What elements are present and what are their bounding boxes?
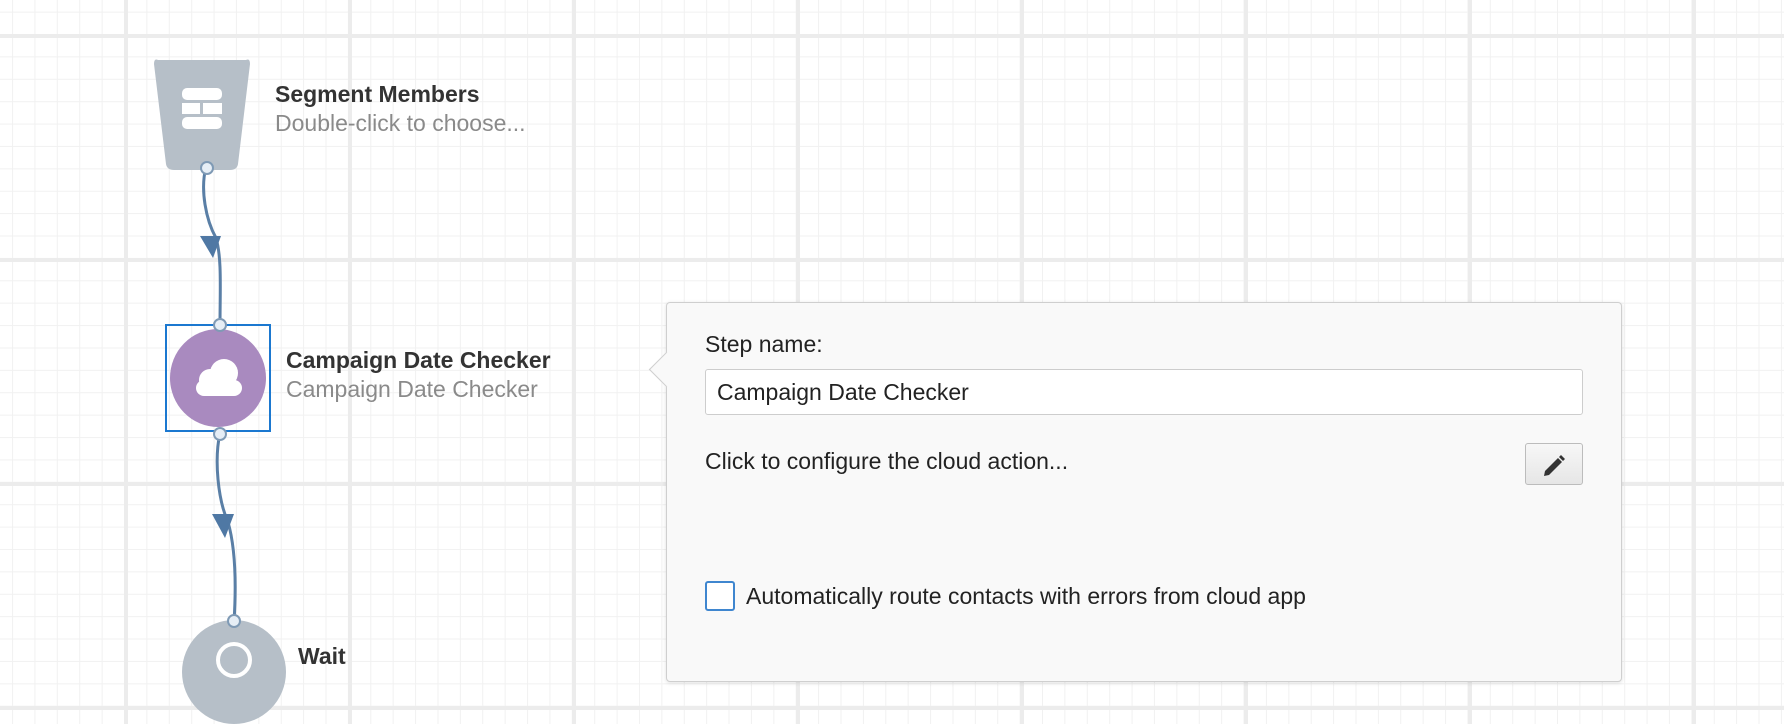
auto-route-errors-checkbox[interactable] [705, 581, 735, 611]
cloud-action-out-port[interactable] [213, 427, 227, 441]
step-name-input[interactable] [705, 369, 1583, 415]
clock-icon [216, 642, 252, 678]
campaign-canvas[interactable]: Segment Members Double-click to choose..… [0, 0, 1784, 724]
wait-node[interactable] [182, 620, 286, 724]
edit-cloud-action-button[interactable] [1525, 443, 1583, 485]
cloud-action-label: Campaign Date Checker Campaign Date Chec… [286, 346, 551, 404]
cloud-action-node[interactable] [165, 324, 271, 432]
auto-route-errors-label: Automatically route contacts with errors… [746, 583, 1306, 609]
segment-members-label: Segment Members Double-click to choose..… [275, 80, 526, 138]
wait-in-port[interactable] [227, 614, 241, 628]
cloud-action-in-port[interactable] [213, 318, 227, 332]
wait-label: Wait [298, 642, 346, 670]
node-title: Segment Members [275, 81, 480, 107]
segment-members-out-port[interactable] [200, 161, 214, 175]
cloud-icon [196, 359, 242, 396]
step-config-panel: Step name: Click to configure the cloud … [648, 302, 1622, 682]
cloud-action-circle [170, 329, 266, 427]
step-name-label: Step name: [705, 331, 823, 357]
node-subtitle: Campaign Date Checker [286, 376, 538, 402]
configure-cloud-action-link[interactable]: Click to configure the cloud action... [705, 448, 1068, 475]
node-title: Campaign Date Checker [286, 347, 551, 373]
node-title: Wait [298, 643, 346, 669]
pencil-icon [1544, 455, 1565, 476]
node-subtitle: Double-click to choose... [275, 110, 526, 136]
segment-members-node[interactable] [154, 58, 250, 170]
